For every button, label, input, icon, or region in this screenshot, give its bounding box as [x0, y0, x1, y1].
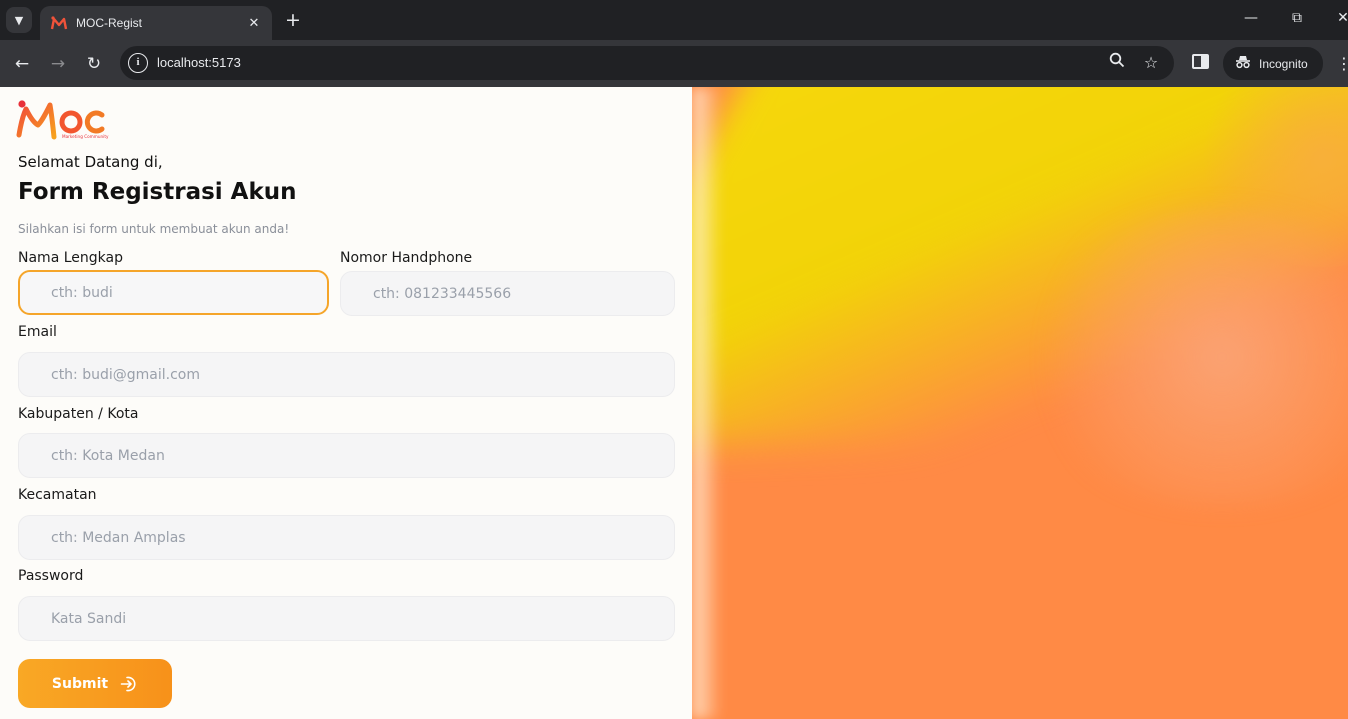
full-name-input[interactable] — [18, 270, 329, 315]
arrow-circle-right-icon — [120, 675, 138, 693]
zoom-magnifier-icon[interactable] — [1106, 52, 1128, 74]
restore-icon[interactable]: ⧉ — [1287, 10, 1307, 26]
city-input[interactable] — [18, 433, 675, 478]
district-label: Kecamatan — [18, 487, 97, 503]
welcome-text: Selamat Datang di, — [18, 153, 163, 171]
incognito-icon — [1235, 54, 1251, 73]
form-subtitle: Silahkan isi form untuk membuat akun and… — [18, 222, 290, 236]
browser-tab[interactable]: MOC-Regist ✕ — [40, 6, 272, 40]
hero-gradient-image — [692, 87, 1348, 719]
side-panel-icon[interactable] — [1192, 54, 1209, 69]
new-tab-plus-icon[interactable]: + — [282, 9, 304, 31]
address-bar[interactable]: i localhost:5173 ☆ — [120, 46, 1174, 80]
browser-menu-kebab-icon[interactable]: ⋮ — [1336, 52, 1348, 76]
phone-input[interactable] — [340, 271, 675, 316]
email-input[interactable] — [18, 352, 675, 397]
submit-button[interactable]: Submit — [18, 659, 172, 708]
password-label: Password — [18, 568, 84, 584]
minimize-icon[interactable]: — — [1241, 10, 1261, 26]
site-info-icon[interactable]: i — [128, 53, 148, 73]
moc-favicon-icon — [50, 15, 68, 31]
full-name-label: Nama Lengkap — [18, 250, 123, 266]
city-label: Kabupaten / Kota — [18, 406, 139, 422]
browser-toolbar: ← → ↻ i localhost:5173 ☆ Incognito ⋮ — [0, 40, 1348, 87]
tab-title: MOC-Regist — [76, 16, 143, 30]
tab-close-icon[interactable]: ✕ — [246, 16, 262, 31]
district-input[interactable] — [18, 515, 675, 560]
browser-tabstrip: ▼ MOC-Regist ✕ + — ⧉ ✕ — [0, 0, 1348, 40]
incognito-label: Incognito — [1259, 56, 1308, 71]
window-close-icon[interactable]: ✕ — [1333, 10, 1348, 26]
url-text[interactable]: localhost:5173 — [157, 55, 241, 70]
password-input[interactable] — [18, 596, 675, 641]
incognito-indicator[interactable]: Incognito — [1223, 47, 1323, 80]
tab-search-chevron-icon[interactable]: ▼ — [6, 7, 32, 33]
bookmark-star-icon[interactable]: ☆ — [1140, 52, 1162, 74]
moc-logo: Marketing Community — [16, 95, 112, 143]
back-arrow-icon[interactable]: ← — [10, 52, 34, 76]
submit-button-label: Submit — [51, 675, 109, 692]
page-content: Marketing Community Selamat Datang di, F… — [0, 87, 1348, 719]
registration-panel: Marketing Community Selamat Datang di, F… — [0, 87, 692, 719]
logo-tagline: Marketing Community — [62, 134, 109, 139]
phone-label: Nomor Handphone — [340, 250, 473, 266]
reload-icon[interactable]: ↻ — [82, 52, 106, 76]
forward-arrow-icon[interactable]: → — [46, 52, 70, 76]
email-label: Email — [18, 324, 57, 340]
page-title: Form Registrasi Akun — [18, 179, 297, 205]
